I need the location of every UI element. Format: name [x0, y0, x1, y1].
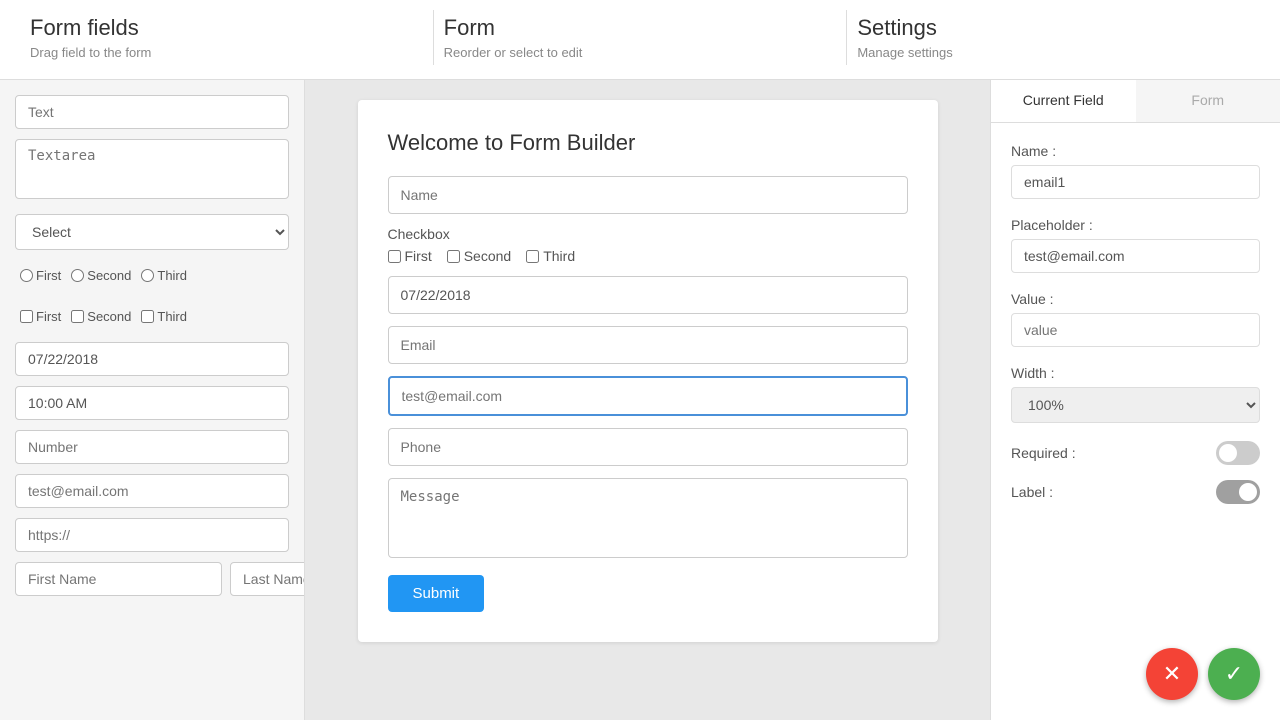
radio-second[interactable]: Second: [71, 268, 131, 283]
form-name-input[interactable]: [388, 176, 908, 214]
number-field-input[interactable]: [15, 430, 289, 464]
label-toggle[interactable]: [1216, 480, 1260, 504]
form-checkbox-section: Checkbox First Second Third: [388, 226, 908, 264]
width-select[interactable]: 100%: [1011, 387, 1260, 423]
header-left: Form fields Drag field to the form: [20, 10, 434, 65]
settings-content: Name : Placeholder : Value : Width : 100…: [991, 123, 1280, 539]
settings-placeholder-row: Placeholder :: [1011, 217, 1260, 273]
email-field-item: [15, 474, 289, 508]
required-toggle[interactable]: [1216, 441, 1260, 465]
textarea-field-item: [15, 139, 289, 204]
form-active-email-input[interactable]: [388, 376, 908, 416]
submit-button[interactable]: Submit: [388, 575, 485, 612]
email-field-input[interactable]: [15, 474, 289, 508]
checkbox-second[interactable]: Second: [71, 309, 131, 324]
form-checkbox-third[interactable]: Third: [526, 248, 575, 264]
left-panel: Select First Second Third First Second T…: [0, 80, 305, 720]
radio-group: First Second Third: [15, 260, 289, 291]
settings-title: Settings: [857, 15, 1250, 41]
textarea-field-input[interactable]: [15, 139, 289, 199]
name-field-item: [15, 562, 289, 596]
name-input[interactable]: [1011, 165, 1260, 199]
label-label: Label :: [1011, 484, 1053, 500]
form-subtitle: Reorder or select to edit: [444, 45, 837, 60]
form-fields-title: Form fields: [30, 15, 423, 41]
form-date-input[interactable]: [388, 276, 908, 314]
settings-required-row: Required :: [1011, 441, 1260, 465]
header: Form fields Drag field to the form Form …: [0, 0, 1280, 80]
radio-field-item: First Second Third: [15, 260, 289, 291]
placeholder-input[interactable]: [1011, 239, 1260, 273]
date-field-item: [15, 342, 289, 376]
center-panel: Welcome to Form Builder Checkbox First S…: [305, 80, 990, 720]
header-center: Form Reorder or select to edit: [434, 10, 848, 65]
date-field-input[interactable]: [15, 342, 289, 376]
right-panel: Current Field Form Name : Placeholder : …: [990, 80, 1280, 720]
last-name-input[interactable]: [230, 562, 305, 596]
settings-value-row: Value :: [1011, 291, 1260, 347]
settings-name-row: Name :: [1011, 143, 1260, 199]
first-name-input[interactable]: [15, 562, 222, 596]
text-field-input[interactable]: [15, 95, 289, 129]
tab-current-field[interactable]: Current Field: [991, 80, 1136, 122]
width-label: Width :: [1011, 365, 1260, 381]
form-checkbox-options: First Second Third: [388, 248, 908, 264]
form-message-textarea[interactable]: [388, 478, 908, 558]
settings-width-row: Width : 100%: [1011, 365, 1260, 423]
url-field-item: [15, 518, 289, 552]
number-field-item: [15, 430, 289, 464]
value-input[interactable]: [1011, 313, 1260, 347]
checkbox-third[interactable]: Third: [141, 309, 187, 324]
radio-first[interactable]: First: [20, 268, 61, 283]
time-field-input[interactable]: [15, 386, 289, 420]
text-field-item: [15, 95, 289, 129]
tab-form[interactable]: Form: [1136, 80, 1280, 122]
time-field-item: [15, 386, 289, 420]
value-label: Value :: [1011, 291, 1260, 307]
form-title: Form: [444, 15, 837, 41]
form-card-title: Welcome to Form Builder: [388, 130, 908, 156]
select-field-item: Select: [15, 214, 289, 250]
form-checkbox-first[interactable]: First: [388, 248, 432, 264]
checkbox-group: First Second Third: [15, 301, 289, 332]
url-field-input[interactable]: [15, 518, 289, 552]
form-checkbox-second[interactable]: Second: [447, 248, 511, 264]
settings-tabs: Current Field Form: [991, 80, 1280, 123]
form-email-input[interactable]: [388, 326, 908, 364]
form-card: Welcome to Form Builder Checkbox First S…: [358, 100, 938, 642]
select-field-input[interactable]: Select: [15, 214, 289, 250]
checkbox-field-item: First Second Third: [15, 301, 289, 332]
header-right: Settings Manage settings: [847, 10, 1260, 65]
settings-label-row: Label :: [1011, 480, 1260, 504]
checkbox-first[interactable]: First: [20, 309, 61, 324]
placeholder-label: Placeholder :: [1011, 217, 1260, 233]
radio-third[interactable]: Third: [141, 268, 187, 283]
fab-container: ✕ ✓: [1146, 648, 1260, 700]
confirm-fab-button[interactable]: ✓: [1208, 648, 1260, 700]
form-phone-input[interactable]: [388, 428, 908, 466]
settings-subtitle: Manage settings: [857, 45, 1250, 60]
name-label: Name :: [1011, 143, 1260, 159]
main-layout: Select First Second Third First Second T…: [0, 80, 1280, 720]
form-fields-subtitle: Drag field to the form: [30, 45, 423, 60]
cancel-fab-button[interactable]: ✕: [1146, 648, 1198, 700]
name-group: [15, 562, 289, 596]
form-checkbox-label: Checkbox: [388, 226, 908, 242]
required-label: Required :: [1011, 445, 1076, 461]
